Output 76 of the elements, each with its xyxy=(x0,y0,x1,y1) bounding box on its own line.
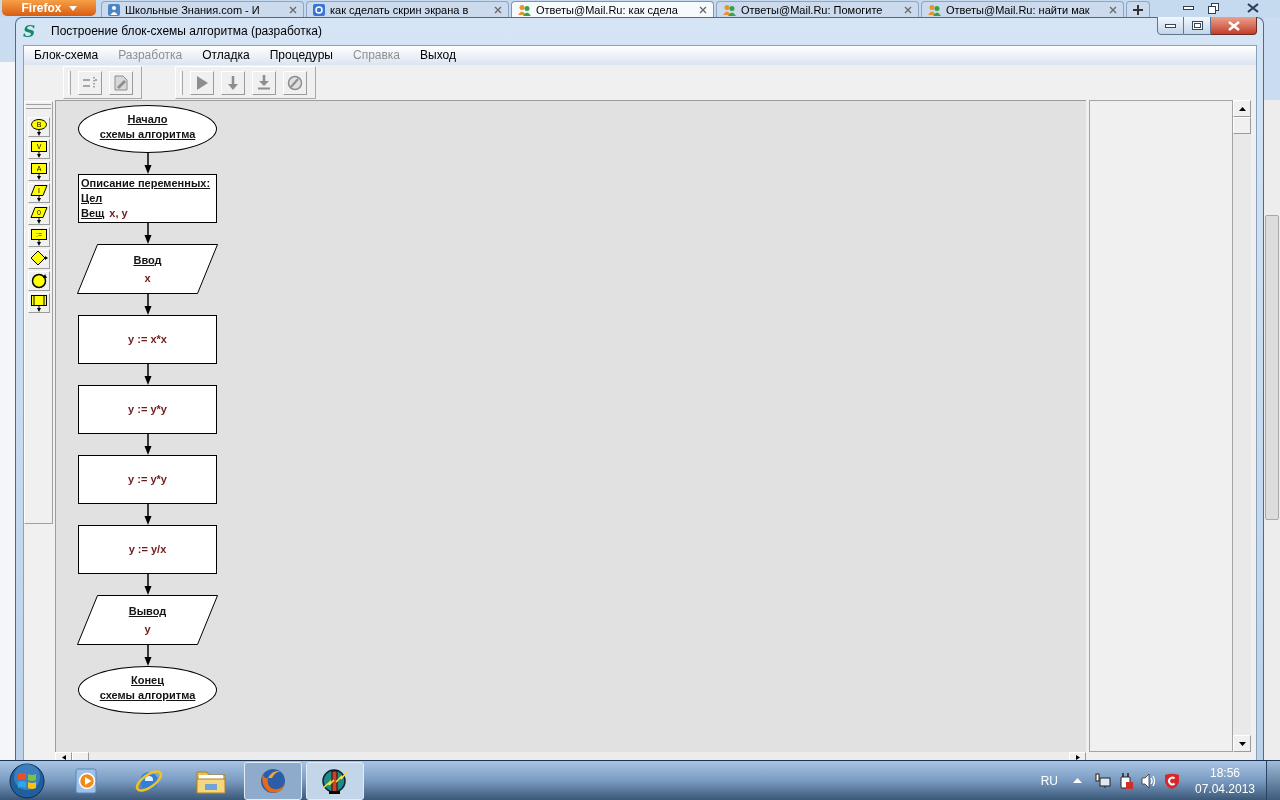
node-label: Ввод xyxy=(133,253,162,268)
browser-tab[interactable]: Ответы@Mail.Ru: Помогите xyxy=(716,1,919,17)
people-icon xyxy=(928,3,941,16)
node-value: y := x*x xyxy=(128,332,167,347)
node-label: Начало схемы алгоритма xyxy=(99,111,196,142)
clock-button[interactable]: 18:56 07.04.2013 xyxy=(1196,764,1254,797)
people-icon xyxy=(518,3,531,16)
node-value: x xyxy=(144,271,151,286)
type-label: Вещ xyxy=(81,206,105,221)
circle-icon xyxy=(29,272,48,290)
browser-tab[interactable]: Школьные Знания.com - И xyxy=(101,1,304,17)
menu-item[interactable]: Отладка xyxy=(192,46,260,65)
close-button[interactable] xyxy=(1211,17,1257,35)
palette-tool-button[interactable] xyxy=(27,271,50,291)
people-icon xyxy=(723,3,736,16)
plus-icon xyxy=(1133,4,1143,15)
play-icon xyxy=(196,75,208,90)
caret-up-icon xyxy=(1238,106,1246,111)
minimize-icon xyxy=(1183,6,1194,10)
framed-rectangle-icon xyxy=(29,294,48,312)
node-value: y := y*y xyxy=(128,402,167,417)
node-title: Описание переменных: xyxy=(81,176,211,191)
close-icon[interactable] xyxy=(494,5,502,14)
node-label: Конец схемы алгоритма xyxy=(99,672,196,703)
menu-item[interactable]: Выход xyxy=(410,46,466,65)
node-label: Вывод xyxy=(128,604,167,619)
scroll-down-button[interactable] xyxy=(1233,735,1251,752)
node-value: y := y/x xyxy=(128,542,167,557)
lines-icon xyxy=(82,75,98,90)
close-icon xyxy=(1227,20,1240,31)
type-label: Цел xyxy=(81,191,103,206)
person-icon xyxy=(108,3,120,16)
minimize-icon xyxy=(1165,23,1176,28)
document-icon xyxy=(113,74,129,91)
circle-slash-icon xyxy=(287,74,303,91)
start-button[interactable] xyxy=(8,761,46,800)
close-icon[interactable] xyxy=(1109,5,1117,14)
palette-tool-button[interactable] xyxy=(27,293,50,313)
caret-down-icon xyxy=(68,5,77,11)
node-value: y := y*y xyxy=(128,472,167,487)
menu-item[interactable]: Процедуры xyxy=(259,46,343,65)
close-icon xyxy=(1246,3,1259,13)
app-logo: S xyxy=(23,22,37,41)
shield-icon xyxy=(1164,772,1180,789)
restore-icon xyxy=(1208,2,1219,14)
close-icon[interactable] xyxy=(289,5,297,14)
window-title: Построение блок-схемы алгоритма (разработка) xyxy=(51,24,322,39)
monitor-icon xyxy=(1095,772,1111,789)
minimize-button[interactable] xyxy=(1157,17,1184,35)
scroll-right-button[interactable] xyxy=(1069,752,1086,760)
close-icon[interactable] xyxy=(699,5,707,14)
browser-tab[interactable]: как сделать скрин экрана в xyxy=(306,1,509,17)
new-tab-button[interactable] xyxy=(1126,1,1150,17)
close-icon[interactable] xyxy=(904,5,912,14)
arrow-down-icon xyxy=(228,75,238,90)
caret-up-icon[interactable] xyxy=(1073,778,1082,783)
menu-item[interactable]: Блок-схема xyxy=(24,46,109,65)
speaker-icon xyxy=(1141,772,1157,789)
palette-tool-button[interactable] xyxy=(27,249,50,269)
scroll-up-button[interactable] xyxy=(1233,100,1251,117)
show-desktop-button[interactable] xyxy=(1266,761,1280,800)
plug-icon xyxy=(1118,772,1134,789)
caret-down-icon xyxy=(1238,741,1246,746)
taskbar-button[interactable] xyxy=(306,761,364,800)
tile-icon xyxy=(313,3,325,16)
variable-list: x, y xyxy=(109,206,128,221)
browser-tab[interactable]: Ответы@Mail.Ru: как сдела xyxy=(511,1,714,17)
orb-icon xyxy=(9,762,45,799)
scroll-left-button[interactable] xyxy=(55,752,72,760)
maximize-icon xyxy=(1191,21,1203,30)
maximize-button[interactable] xyxy=(1184,17,1211,35)
browser-tab[interactable]: Ответы@Mail.Ru: найти мак xyxy=(921,1,1124,17)
scrollbar-thumb[interactable] xyxy=(1265,215,1279,520)
node-value: y xyxy=(144,622,151,637)
diamond-icon xyxy=(29,250,48,268)
arrow-down-to-line-icon xyxy=(258,75,270,90)
